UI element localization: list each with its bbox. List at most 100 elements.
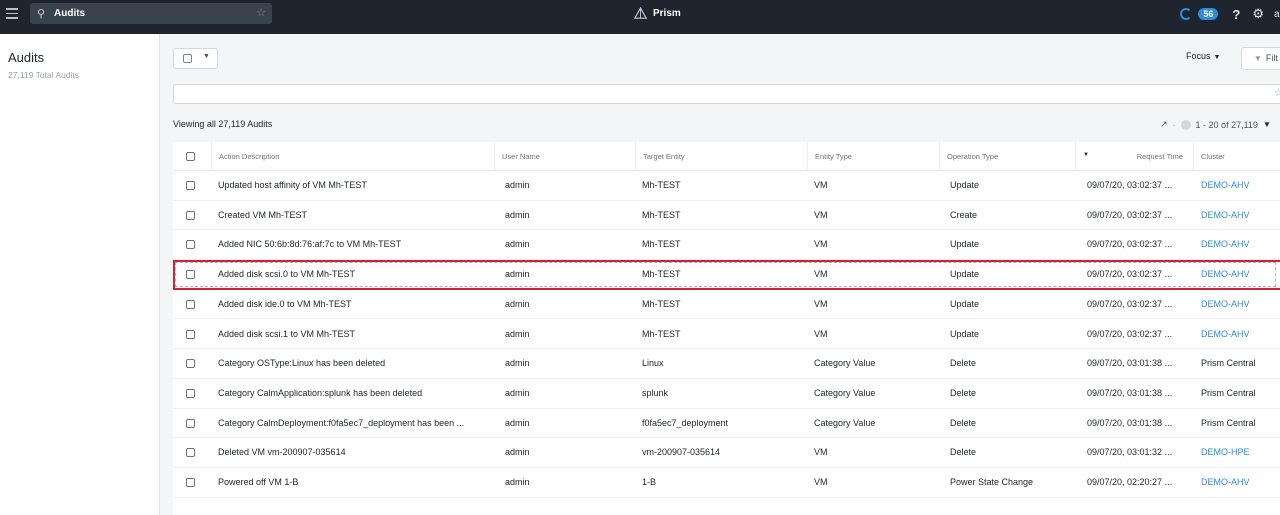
cell-target-entity: Mh-TEST (642, 328, 681, 339)
row-checkbox[interactable] (186, 388, 195, 398)
bulk-select-dropdown[interactable]: ▼ (173, 48, 218, 69)
filters-button[interactable]: ▼ Filt (1241, 47, 1280, 70)
cell-user-name: admin (505, 477, 530, 487)
table-row[interactable]: Created VM Mh-TEST admin Mh-TEST VM Create 09… (173, 201, 1280, 231)
cell-cluster[interactable]: DEMO-AHV (1201, 320, 1280, 350)
cell-request-time: 09/07/20, 03:02:37 ... (1087, 298, 1173, 309)
page-range[interactable]: 1 - 20 of 27,119 (1196, 120, 1258, 130)
cell-request-time: 09/07/20, 03:01:38 ... (1087, 387, 1173, 398)
help-icon[interactable]: ? (1232, 7, 1240, 22)
select-all-checkbox[interactable] (186, 152, 195, 161)
cell-cluster: Prism Central (1201, 358, 1256, 369)
cell-user-name: admin (505, 447, 530, 458)
row-checkbox[interactable] (186, 359, 195, 369)
column-header-request-time[interactable]: Request Time (1075, 142, 1189, 171)
cell-operation-type: Delete (950, 447, 977, 458)
table-row[interactable]: Added disk scsi.0 to VM Mh-TEST admin Mh-T… (173, 260, 1280, 290)
external-link-icon[interactable]: ↗ (1160, 119, 1168, 130)
cell-entity-type: VM (814, 180, 828, 190)
filter-search-input[interactable]: ☆ (173, 84, 1280, 104)
column-header-action-description[interactable]: Action Description (211, 142, 494, 171)
column-header-cluster[interactable]: Cluster (1193, 142, 1280, 171)
cell-target-entity: splunk (642, 387, 669, 398)
gear-icon[interactable]: ⚙ (1252, 6, 1264, 22)
cell-action-description: Updated host affinity of VM Mh-TEST (218, 180, 367, 190)
table-row[interactable]: Updated host affinity of VM Mh-TEST admin… (173, 171, 1280, 201)
column-header-target-entity[interactable]: Target Entity (635, 142, 807, 171)
cell-operation-type: Delete (950, 358, 977, 369)
cell-target-entity: Mh-TEST (642, 209, 681, 220)
row-checkbox[interactable] (186, 418, 195, 428)
left-panel: Audits 27,119 Total Audits (0, 34, 160, 515)
focus-label: Focus (1186, 51, 1211, 61)
table-row[interactable]: Category OSType:Linux has been deleted ad… (173, 349, 1280, 379)
search-box[interactable]: ⚲ ☆ (30, 3, 272, 24)
cell-cluster[interactable]: DEMO-AHV (1201, 290, 1280, 320)
cell-entity-type: VM (814, 239, 828, 250)
cell-user-name: admin (505, 417, 530, 428)
cell-cluster[interactable]: DEMO-AHV (1201, 171, 1280, 201)
table-row[interactable]: Category CalmApplication:splunk has been… (173, 379, 1280, 409)
brand: Prism (634, 6, 681, 20)
cell-target-entity: Mh-TEST (642, 298, 681, 309)
row-checkbox[interactable] (186, 210, 195, 220)
row-checkbox[interactable] (186, 329, 195, 339)
cell-entity-type: Category Value (814, 387, 876, 398)
row-checkbox[interactable] (186, 270, 195, 280)
cell-entity-type: VM (814, 477, 828, 487)
cell-entity-type: VM (814, 269, 828, 280)
table-row[interactable]: Added NIC 50:6b:8d:76:af:7c to VM Mh-TES… (173, 230, 1280, 261)
cell-cluster[interactable]: DEMO-AHV (1201, 260, 1280, 290)
cell-operation-type: Update (950, 328, 980, 339)
table-row[interactable]: Deleted VM vm-200907-035614 admin vm-20090… (173, 438, 1280, 468)
table-row[interactable]: Category CalmDeployment:f0fa5ec7_deploym… (173, 409, 1280, 439)
row-checkbox[interactable] (186, 478, 195, 487)
table-row[interactable]: Powered off VM 1-B admin 1-B VM Power State … (173, 468, 1280, 498)
sort-desc-icon[interactable]: ▼ (1083, 142, 1089, 169)
chevron-down-icon[interactable]: ▼ (1263, 120, 1271, 129)
total-audits-count: 27,119 Total Audits (8, 70, 80, 80)
hamburger-icon[interactable] (6, 8, 18, 20)
cell-action-description: Deleted VM vm-200907-035614 (218, 447, 346, 458)
table-row[interactable]: Added disk ide.0 to VM Mh-TEST admin Mh-TE… (173, 290, 1280, 320)
cell-cluster[interactable]: DEMO-AHV (1201, 201, 1280, 231)
cell-target-entity: Mh-TEST (642, 239, 681, 250)
cell-cluster[interactable]: DEMO-HPE (1201, 438, 1280, 468)
row-checkbox[interactable] (186, 299, 195, 309)
column-header-entity-type[interactable]: Entity Type (807, 142, 943, 171)
cell-action-description: Category CalmDeployment:f0fa5ec7_deploym… (218, 417, 465, 428)
search-icon: ⚲ (37, 8, 46, 20)
star-icon[interactable]: ☆ (1274, 88, 1280, 99)
page-title: Audits (8, 50, 45, 65)
cell-user-name: admin (505, 180, 530, 190)
row-checkbox[interactable] (186, 240, 195, 250)
task-spinner-icon[interactable] (1180, 8, 1193, 20)
row-checkbox[interactable] (186, 448, 195, 458)
prev-page-icon[interactable] (1180, 119, 1191, 130)
column-header-user-name[interactable]: User Name (494, 142, 642, 171)
cell-target-entity: Linux (642, 358, 664, 369)
cell-operation-type: Delete (950, 387, 977, 398)
cell-request-time: 09/07/20, 03:01:32 ... (1087, 447, 1173, 458)
cell-user-name: admin (505, 239, 530, 250)
column-header-operation-type[interactable]: Operation Type (939, 142, 1075, 171)
cell-action-description: Created VM Mh-TEST (218, 209, 308, 220)
search-input[interactable] (54, 5, 254, 22)
star-icon[interactable]: ☆ (256, 6, 266, 19)
cell-cluster[interactable]: DEMO-AHV (1201, 230, 1280, 260)
chevron-down-icon: ▼ (203, 53, 210, 60)
cell-entity-type: VM (814, 328, 828, 339)
cell-action-description: Powered off VM 1-B (218, 477, 299, 487)
cell-target-entity: vm-200907-035614 (642, 447, 721, 458)
cell-user-name: admin (505, 328, 530, 339)
table-row[interactable]: Added disk scsi.1 to VM Mh-TEST admin Mh-T… (173, 320, 1280, 350)
focus-dropdown[interactable]: Focus ▼ (1186, 51, 1220, 61)
alert-count-badge[interactable]: 56 (1198, 8, 1219, 20)
select-all-checkbox-icon (183, 54, 192, 63)
cell-request-time: 09/07/20, 03:01:38 ... (1087, 358, 1173, 369)
cell-cluster[interactable]: DEMO-AHV (1201, 468, 1280, 498)
user-menu[interactable]: a (1274, 9, 1280, 20)
pagination: ↗ · 1 - 20 of 27,119 ▼ (1160, 119, 1271, 130)
cell-operation-type: Update (950, 239, 980, 250)
row-checkbox[interactable] (186, 181, 195, 190)
